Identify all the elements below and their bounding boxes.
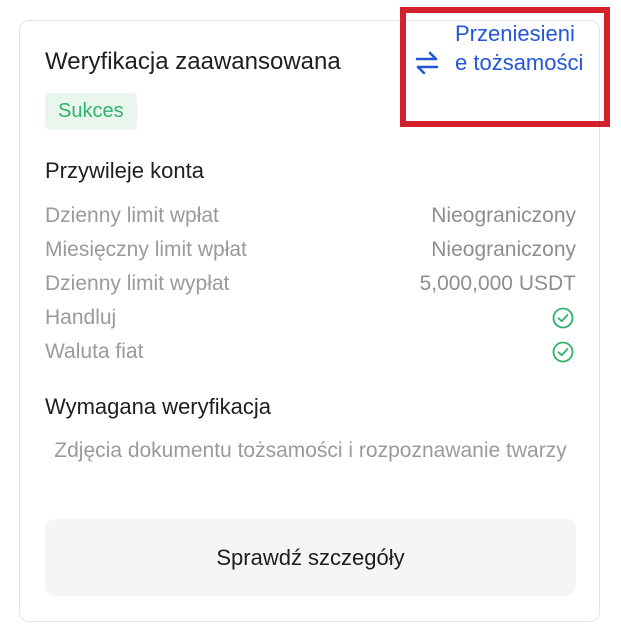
privilege-value: Nieograniczony [431,238,576,261]
privilege-label: Handluj [45,306,117,329]
card-title: Weryfikacja zaawansowana [45,48,341,75]
privileges-heading: Przywileje konta [45,158,204,183]
requirements-heading: Wymagana weryfikacja [45,394,271,419]
check-circle-icon [552,307,574,329]
privilege-label: Dzienny limit wpłat [45,204,219,227]
privilege-row: Waluta fiat [45,337,576,367]
privilege-label: Dzienny limit wypłat [45,272,230,295]
privilege-label: Miesięczny limit wpłat [45,238,247,261]
privilege-row: Miesięczny limit wpłat Nieograniczony [45,235,576,265]
check-details-button[interactable]: Sprawdź szczegóły [45,519,576,596]
privilege-label: Waluta fiat [45,340,144,363]
privilege-row: Handluj [45,303,576,333]
swap-arrows-icon[interactable] [414,50,440,76]
check-circle-icon [552,341,574,363]
privilege-value: 5,000,000 USDT [419,272,576,295]
privilege-value: Nieograniczony [431,204,576,227]
privilege-row: Dzienny limit wypłat 5,000,000 USDT [45,269,576,299]
requirements-description: Zdjęcia dokumentu tożsamości i rozpoznaw… [54,439,567,462]
status-badge: Sukces [45,93,137,130]
identity-transfer-link[interactable]: Przeniesienie tożsamości [455,20,585,77]
privilege-row: Dzienny limit wpłat Nieograniczony [45,201,576,231]
